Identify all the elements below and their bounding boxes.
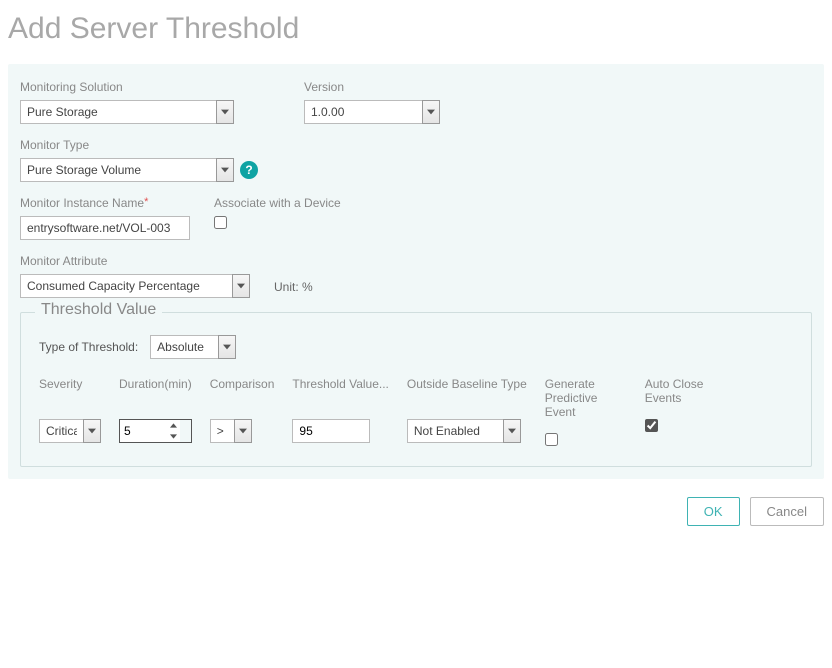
duration-label: Duration(min) (119, 377, 192, 405)
generate-predictive-label: Generate Predictive Event (545, 377, 627, 419)
monitoring-solution-label: Monitoring Solution (20, 80, 260, 94)
version-label: Version (304, 80, 440, 94)
unit-prefix: Unit: (274, 280, 299, 294)
chevron-down-icon[interactable] (218, 335, 236, 359)
monitor-attribute-select[interactable] (20, 274, 250, 298)
form-panel: Monitoring Solution Version Monitor Type (8, 64, 824, 479)
auto-close-label: Auto Close Events (645, 377, 715, 405)
version-select[interactable] (304, 100, 440, 124)
threshold-value-fieldset: Threshold Value Type of Threshold: Sever… (20, 312, 812, 467)
severity-value[interactable] (39, 419, 83, 443)
monitor-type-label: Monitor Type (20, 138, 258, 152)
outside-baseline-type-select[interactable] (407, 419, 527, 443)
chevron-down-icon[interactable] (83, 419, 101, 443)
cancel-button[interactable]: Cancel (750, 497, 824, 526)
auto-close-checkbox[interactable] (645, 419, 658, 432)
page-title: Add Server Threshold (8, 12, 824, 46)
chevron-down-icon[interactable] (503, 419, 521, 443)
stepper-down-icon[interactable] (166, 431, 180, 442)
severity-select[interactable] (39, 419, 101, 443)
severity-label: Severity (39, 377, 101, 405)
monitor-attribute-label: Monitor Attribute (20, 254, 250, 268)
version-value[interactable] (304, 100, 422, 124)
outside-baseline-type-label: Outside Baseline Type (407, 377, 527, 405)
chevron-down-icon[interactable] (232, 274, 250, 298)
monitor-type-select[interactable] (20, 158, 234, 182)
generate-predictive-checkbox[interactable] (545, 433, 558, 446)
monitor-instance-name-label-text: Monitor Instance Name (20, 196, 144, 210)
threshold-value-input[interactable] (292, 419, 370, 443)
chevron-down-icon[interactable] (216, 158, 234, 182)
ok-button[interactable]: OK (687, 497, 740, 526)
monitoring-solution-value[interactable] (20, 100, 216, 124)
type-of-threshold-label: Type of Threshold: (39, 340, 138, 354)
monitor-type-value[interactable] (20, 158, 216, 182)
threshold-value-legend: Threshold Value (35, 301, 162, 319)
required-asterisk: * (144, 196, 148, 208)
type-of-threshold-value[interactable] (150, 335, 218, 359)
help-icon[interactable]: ? (240, 161, 258, 179)
monitoring-solution-select[interactable] (20, 100, 260, 124)
associate-device-checkbox[interactable] (214, 216, 227, 229)
duration-input[interactable] (120, 420, 166, 442)
dialog-footer: OK Cancel (8, 497, 824, 526)
monitor-instance-name-input[interactable] (20, 216, 190, 240)
monitor-attribute-value[interactable] (20, 274, 232, 298)
monitor-instance-name-label: Monitor Instance Name* (20, 196, 190, 210)
chevron-down-icon[interactable] (422, 100, 440, 124)
chevron-down-icon[interactable] (234, 419, 252, 443)
chevron-down-icon[interactable] (216, 100, 234, 124)
comparison-select[interactable] (210, 419, 275, 443)
comparison-value[interactable] (210, 419, 234, 443)
threshold-value-label: Threshold Value... (292, 377, 389, 405)
duration-stepper[interactable] (119, 419, 192, 443)
unit-value: % (302, 280, 313, 294)
comparison-label: Comparison (210, 377, 275, 405)
type-of-threshold-select[interactable] (150, 335, 236, 359)
stepper-up-icon[interactable] (166, 420, 180, 431)
outside-baseline-type-value[interactable] (407, 419, 503, 443)
associate-device-label: Associate with a Device (214, 196, 341, 210)
